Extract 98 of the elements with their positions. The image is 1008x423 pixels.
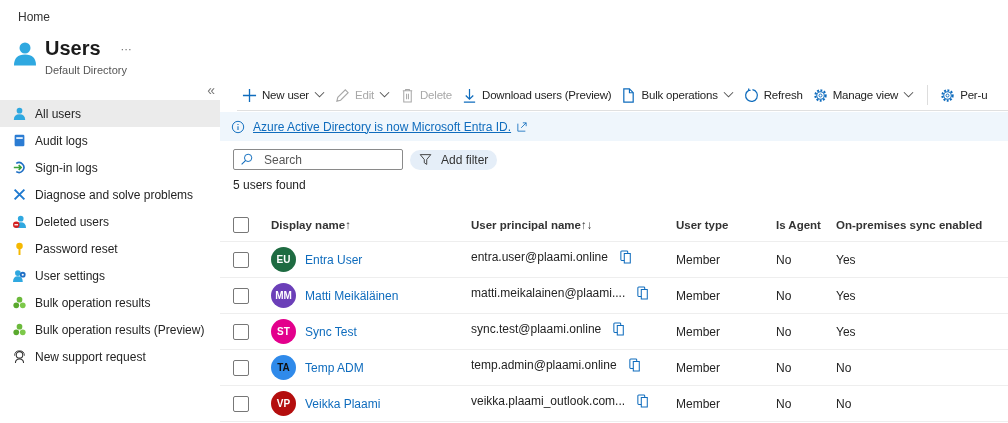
book-icon — [13, 134, 26, 147]
collapse-button[interactable]: « — [207, 80, 220, 100]
row-checkbox[interactable] — [233, 395, 249, 412]
info-icon — [231, 119, 245, 134]
download-icon — [462, 87, 478, 103]
sidebar-item[interactable]: Sign-in logs — [0, 154, 220, 181]
user-settings-icon — [13, 269, 26, 282]
table-cell-text: Yes — [836, 288, 857, 303]
column-header[interactable]: User type — [676, 219, 776, 231]
table-cell-text: No — [836, 360, 853, 375]
table-cell-text: Member — [676, 252, 721, 267]
add-filter-button[interactable]: Add filter — [410, 149, 498, 170]
user-link[interactable]: Temp ADM — [305, 360, 364, 375]
copy-icon[interactable] — [637, 393, 650, 408]
sidebar-item[interactable]: Deleted users — [0, 208, 220, 235]
cubes-icon — [13, 323, 26, 336]
table-cell-text: No — [776, 324, 793, 339]
table-cell-text: Member — [676, 360, 721, 375]
chevron-down-icon — [903, 91, 915, 99]
cubes-icon — [13, 296, 26, 309]
chevron-down-icon — [379, 91, 390, 99]
sidebar-item[interactable]: New support request — [0, 343, 220, 370]
chevron-down-icon — [314, 91, 325, 99]
toolbar-button[interactable]: Manage view — [807, 81, 920, 109]
copy-icon[interactable] — [613, 321, 626, 336]
sidebar-item[interactable]: Password reset — [0, 235, 220, 262]
toolbar-button[interactable]: Download users (Preview) — [457, 81, 617, 109]
sidebar-item[interactable]: Diagnose and solve problems — [0, 181, 220, 208]
table-cell-text: Member — [676, 396, 721, 411]
table-cell-text: No — [776, 288, 793, 303]
page-title: Users — [45, 37, 101, 60]
key-icon — [13, 242, 26, 255]
user-link[interactable]: Veikka Plaami — [305, 396, 381, 411]
breadcrumb-link[interactable]: Home — [14, 0, 1008, 28]
select-all-checkbox[interactable] — [233, 217, 249, 233]
toolbar-button[interactable]: New user — [237, 81, 330, 109]
deleted-user-icon — [13, 215, 26, 228]
avatar: ST — [271, 319, 296, 344]
settings-icon — [940, 87, 956, 103]
filter-icon — [419, 153, 432, 166]
user-link[interactable]: Matti Meikäläinen — [305, 288, 399, 303]
plus-icon — [242, 87, 257, 103]
avatar: TA — [271, 355, 296, 380]
result-count: 5 users found — [233, 178, 307, 192]
toolbar-button[interactable]: Bulk operations — [616, 81, 739, 109]
copy-icon[interactable] — [637, 285, 650, 300]
table-cell-text: Member — [676, 324, 721, 339]
avatar: MM — [271, 283, 296, 308]
document-icon — [621, 87, 637, 103]
user-link[interactable]: Entra User — [305, 252, 363, 267]
table-cell-text: Yes — [836, 324, 857, 339]
trash-icon — [400, 87, 415, 103]
table-cell-text: Yes — [836, 252, 857, 267]
chevron-down-icon — [722, 91, 734, 99]
table-cell: temp.admin@plaami.online — [471, 357, 617, 372]
avatar: VP — [271, 391, 296, 416]
column-header[interactable]: Display name↑ — [271, 219, 471, 231]
sidebar-item[interactable]: User settings — [0, 262, 220, 289]
column-header[interactable]: On-premises sync enabled — [836, 219, 1008, 231]
column-header[interactable]: User principal name↑↓ — [471, 219, 676, 231]
copy-icon[interactable] — [619, 249, 632, 264]
edit-icon — [335, 87, 350, 103]
sidebar-item[interactable]: Bulk operation results (Preview) — [0, 316, 220, 343]
table-cell-text: No — [836, 396, 853, 411]
toolbar-button[interactable]: Refresh — [738, 81, 808, 109]
copy-icon[interactable] — [628, 357, 641, 372]
banner-link[interactable]: Azure Active Directory is now Microsoft Entra ID. — [253, 119, 512, 134]
settings-icon — [812, 87, 828, 103]
row-checkbox[interactable] — [233, 287, 249, 304]
page-subtitle: Default Directory — [45, 64, 128, 76]
more-button[interactable]: ··· — [120, 42, 132, 55]
support-icon — [13, 350, 26, 363]
row-checkbox[interactable] — [233, 323, 249, 340]
sign-in-icon — [13, 161, 26, 174]
row-checkbox[interactable] — [233, 359, 249, 376]
user-icon — [14, 41, 36, 66]
user-icon — [13, 107, 26, 120]
column-header[interactable]: Is Agent — [776, 219, 836, 231]
table-cell-text: No — [776, 396, 793, 411]
table-cell: matti.meikalainen@plaami.... — [471, 285, 626, 300]
table-cell: sync.test@plaami.online — [471, 321, 602, 336]
sidebar-item[interactable]: All users — [0, 100, 220, 127]
sidebar-item[interactable]: Audit logs — [0, 127, 220, 154]
table-cell-text: No — [776, 360, 793, 375]
table-cell: veikka.plaami_outlook.com... — [471, 393, 626, 408]
external-link-icon — [517, 121, 528, 132]
toolbar-button[interactable]: Per-u — [927, 85, 993, 105]
table-cell: entra.user@plaami.online — [471, 249, 608, 264]
search-icon — [240, 153, 253, 166]
avatar: EU — [271, 247, 296, 272]
refresh-icon — [743, 87, 759, 103]
row-checkbox[interactable] — [233, 251, 249, 268]
search-field[interactable]: Search — [233, 149, 403, 170]
user-link[interactable]: Sync Test — [305, 324, 357, 339]
tools-icon — [13, 188, 26, 201]
table-cell-text: No — [776, 252, 793, 267]
table-cell-text: Member — [676, 288, 721, 303]
sidebar-item[interactable]: Bulk operation results — [0, 289, 220, 316]
